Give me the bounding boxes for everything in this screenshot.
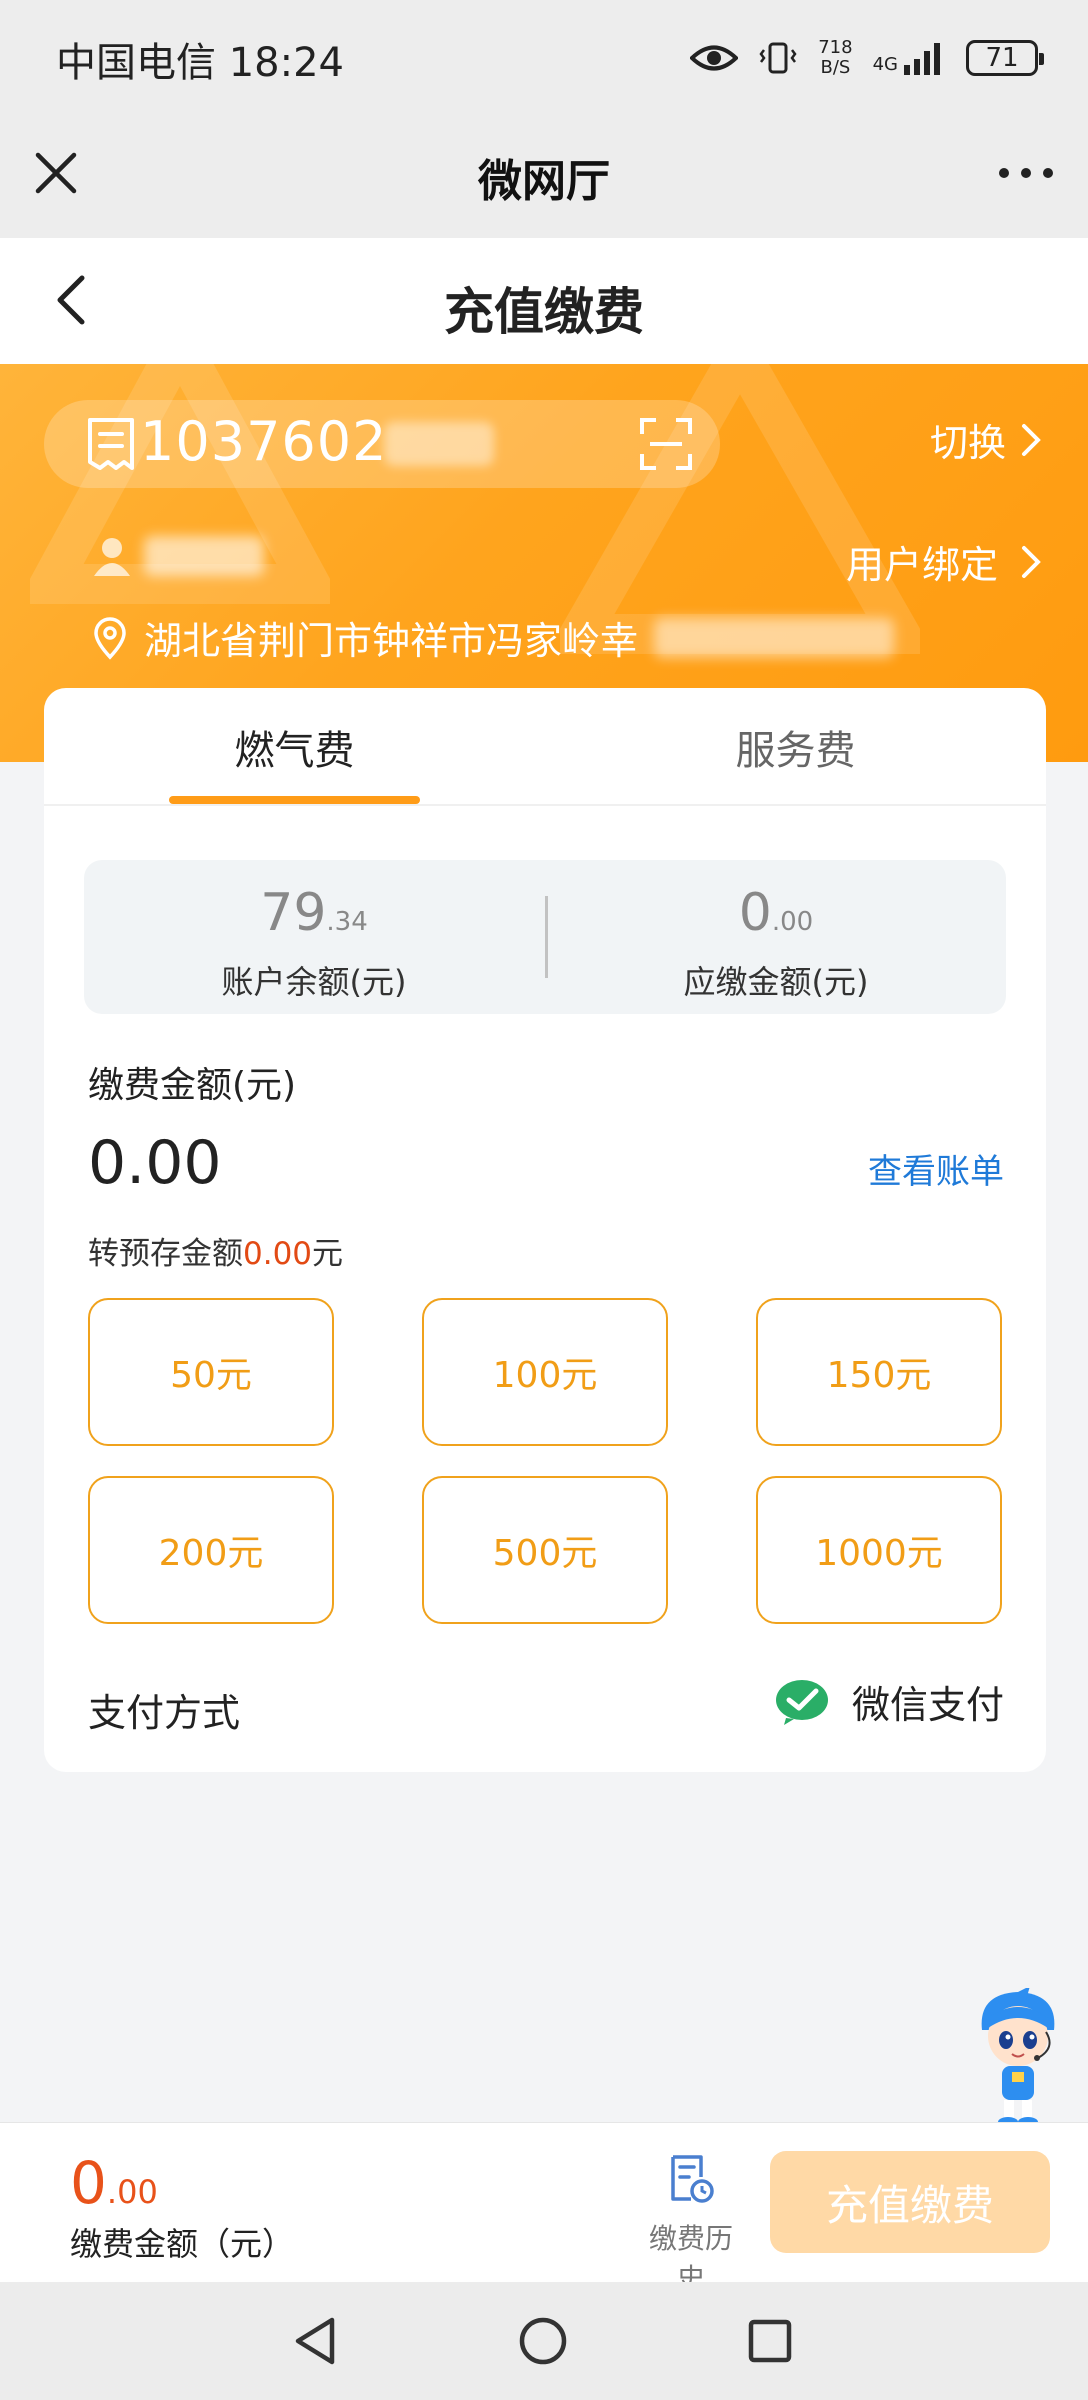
switch-label: 切换 — [929, 421, 1006, 465]
history-icon — [671, 2155, 714, 2203]
back-nav-icon[interactable] — [290, 2314, 342, 2368]
system-nav-bar — [0, 2282, 1088, 2400]
address-row: 湖北省荆门市钟祥市冯家岭幸 — [92, 610, 895, 665]
wechat-pay-icon — [775, 1679, 828, 1725]
document-icon — [88, 418, 134, 470]
amount-due: 0.00 应缴金额(元) — [683, 883, 869, 1001]
amount-option-500[interactable]: 500元 — [422, 1476, 668, 1624]
payment-method-label: 支付方式 — [88, 1691, 241, 1735]
user-icon — [94, 538, 130, 576]
wechat-pay-option[interactable]: 微信支付 — [774, 1674, 1004, 1729]
total-amount-label: 缴费金额（元） — [70, 2225, 295, 2263]
chevron-right-icon — [1022, 545, 1041, 578]
wechat-title: 微网厅 — [478, 156, 610, 207]
recharge-submit-button[interactable]: 充值缴费 — [770, 2151, 1050, 2253]
redacted-address — [654, 617, 895, 658]
switch-account-button[interactable]: 切换 — [930, 412, 1042, 467]
chevron-right-icon — [1022, 423, 1041, 456]
prestore-amount: 转预存金额0.00元 — [88, 1236, 344, 1272]
account-number: 1037602 — [140, 410, 388, 473]
bind-user-button[interactable]: 用户绑定 — [846, 534, 1042, 589]
tab-service-fee[interactable]: 服务费 — [545, 718, 1046, 776]
payment-amount-input[interactable]: 0.00 — [88, 1128, 222, 1198]
total-amount: 0.00 — [70, 2149, 158, 2217]
payment-history-button[interactable]: 缴费历史 — [636, 2153, 746, 2297]
carrier-time: 中国电信 18:24 — [56, 40, 344, 86]
tab-bar: 燃气费 服务费 — [44, 688, 1046, 806]
wechat-pay-label: 微信支付 — [851, 1683, 1004, 1727]
redacted-user-name — [144, 536, 264, 576]
page-nav: 充值缴费 — [0, 238, 1088, 364]
payment-card: 燃气费 服务费 79.34 账户余额(元) 0.00 应缴金额(元) 缴费金额(… — [44, 688, 1046, 1772]
amount-option-50[interactable]: 50元 — [88, 1298, 334, 1446]
account-selector[interactable]: 1037602 — [44, 400, 720, 488]
more-icon[interactable] — [990, 143, 1062, 203]
eye-icon — [690, 45, 739, 71]
battery-icon: 71 — [966, 40, 1044, 76]
address-text: 湖北省荆门市钟祥市冯家岭幸 — [144, 619, 639, 663]
home-nav-icon[interactable] — [516, 2314, 570, 2368]
scan-icon[interactable] — [638, 416, 694, 472]
account-balance: 79.34 账户余额(元) — [221, 883, 407, 1001]
user-name-row — [92, 534, 264, 578]
vibrate-icon — [759, 42, 797, 74]
view-bill-link[interactable]: 查看账单 — [868, 1144, 1004, 1193]
network-speed: 718 B/S — [818, 37, 853, 78]
wechat-header: 微网厅 — [0, 115, 1088, 238]
amount-option-100[interactable]: 100元 — [422, 1298, 668, 1446]
amount-option-200[interactable]: 200元 — [88, 1476, 334, 1624]
page-title: 充值缴费 — [444, 283, 644, 341]
payment-amount-label: 缴费金额(元) — [88, 1065, 297, 1106]
balance-summary: 79.34 账户余额(元) 0.00 应缴金额(元) — [84, 860, 1006, 1014]
redacted-area — [384, 422, 494, 466]
active-tab-indicator — [169, 796, 420, 804]
recents-nav-icon[interactable] — [746, 2314, 794, 2368]
customer-service-mascot[interactable] — [968, 1988, 1068, 2128]
location-pin-icon — [94, 616, 126, 660]
bind-label: 用户绑定 — [845, 543, 998, 587]
amount-option-1000[interactable]: 1000元 — [756, 1476, 1002, 1624]
network-type: 4G — [872, 54, 898, 75]
amount-option-150[interactable]: 150元 — [756, 1298, 1002, 1446]
bottom-action-bar: 0.00 缴费金额（元） 缴费历史 充值缴费 — [0, 2122, 1088, 2295]
signal-icon — [904, 43, 940, 75]
status-bar: 中国电信 18:24 718 B/S 4G 71 — [0, 0, 1088, 115]
tab-gas-fee[interactable]: 燃气费 — [44, 718, 545, 776]
